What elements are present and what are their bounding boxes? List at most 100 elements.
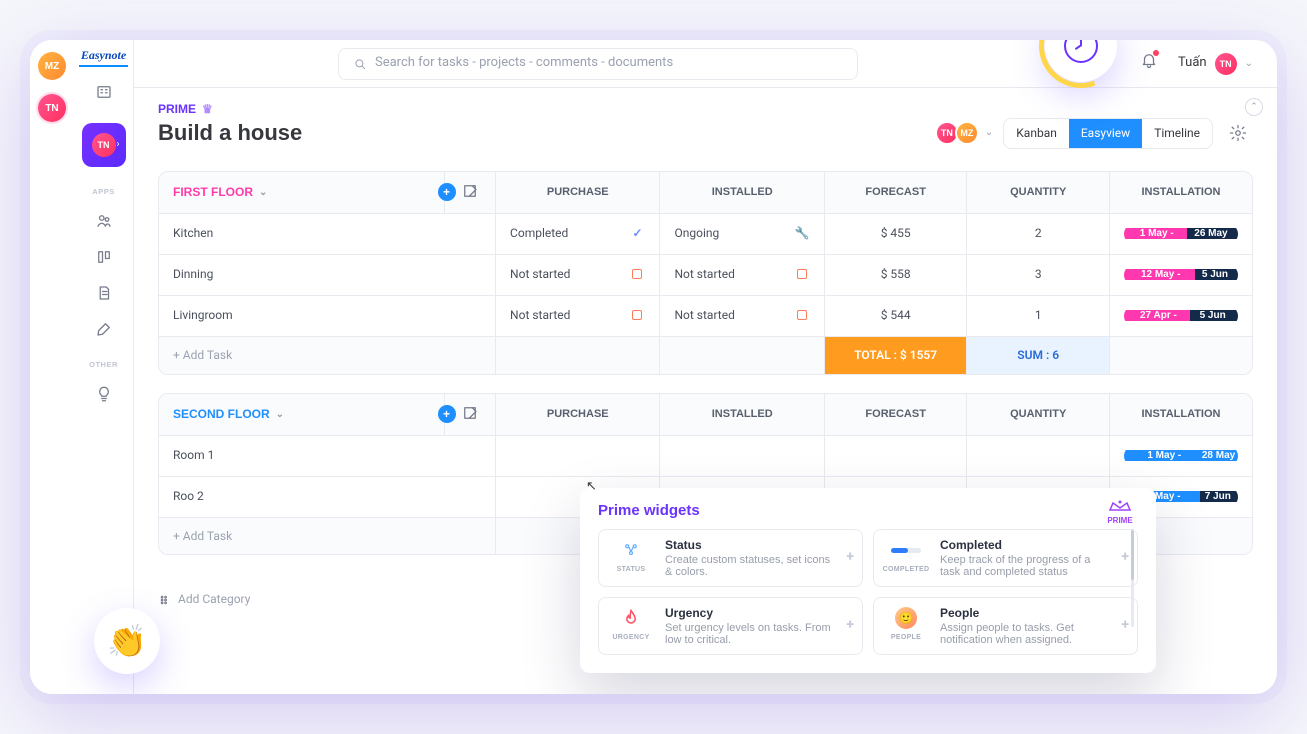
view-kanban[interactable]: Kanban: [1004, 119, 1069, 148]
task-name[interactable]: Roo 2: [159, 476, 496, 517]
project-title[interactable]: Build a house: [158, 120, 302, 146]
cell-installation[interactable]: 1 May - 26 May: [1109, 213, 1252, 254]
cell-purchase[interactable]: Completed✓: [496, 213, 660, 254]
task-name[interactable]: Kitchen: [159, 213, 496, 254]
crown-icon: [1106, 498, 1134, 514]
date-range-pill[interactable]: 27 Apr - 5 Jun: [1124, 306, 1238, 326]
project-avatar: TN: [92, 133, 116, 157]
pen-icon[interactable]: [93, 318, 115, 340]
add-widget-button[interactable]: +: [846, 616, 854, 636]
table-row[interactable]: Kitchen Completed✓ Ongoing🔧 $ 455 2 1 Ma…: [159, 213, 1252, 254]
cell-purchase[interactable]: Not started: [496, 254, 660, 295]
brand-logo[interactable]: Easynote: [79, 48, 128, 67]
col-purchase[interactable]: PURCHASE: [496, 394, 660, 436]
user-menu[interactable]: Tuấn TN ⌄: [1178, 53, 1253, 75]
table-row[interactable]: Room 1 1 May - 28 May: [159, 435, 1252, 476]
column-settings-icon[interactable]: [461, 404, 479, 422]
col-installed[interactable]: INSTALLED: [660, 394, 824, 436]
empty-status-icon: [794, 307, 810, 323]
members[interactable]: TN MZ ⌄: [935, 121, 993, 145]
cell-installed[interactable]: Ongoing🔧: [660, 213, 824, 254]
add-column-button[interactable]: +: [438, 405, 456, 423]
cell-installation[interactable]: 1 May - 28 May: [1109, 435, 1252, 476]
col-purchase[interactable]: PURCHASE: [496, 172, 660, 214]
prime-tag[interactable]: PRIME ♛: [158, 96, 1253, 116]
grip-icon: [158, 593, 172, 607]
workspace-avatar-tn[interactable]: TN: [38, 94, 66, 122]
widget-desc: Create custom statuses, set icons & colo…: [665, 554, 836, 578]
gear-icon: [1229, 124, 1247, 142]
widget-title: People: [940, 606, 1111, 620]
clock-decoration: [1045, 40, 1117, 82]
widget-desc: Assign people to tasks. Get notification…: [940, 622, 1111, 646]
widget-status[interactable]: STATUS Status Create custom statuses, se…: [598, 529, 863, 587]
cell-forecast[interactable]: $ 544: [824, 295, 967, 336]
prime-text: PRIME: [158, 102, 196, 116]
section-name[interactable]: FIRST FLOOR ⌄: [173, 185, 267, 199]
chevron-right-icon: ›: [116, 138, 119, 152]
col-forecast[interactable]: FORECAST: [824, 172, 967, 214]
widget-urgency[interactable]: URGENCY Urgency Set urgency levels on ta…: [598, 597, 863, 655]
col-forecast[interactable]: FORECAST: [824, 394, 967, 436]
cell-quantity[interactable]: 2: [967, 213, 1110, 254]
task-name[interactable]: Room 1: [159, 435, 496, 476]
prime-widgets-popover: Prime widgets PRIME STATUS Status Create…: [580, 488, 1156, 673]
cell-installed[interactable]: Not started: [660, 254, 824, 295]
col-quantity[interactable]: QUANTITY: [967, 172, 1110, 214]
search-input[interactable]: Search for tasks - projects - comments -…: [338, 48, 858, 80]
user-avatar: TN: [1215, 53, 1237, 75]
widget-icon-label: URGENCY: [612, 634, 649, 641]
add-category-label: Add Category: [178, 591, 250, 608]
kanban-icon[interactable]: [93, 246, 115, 268]
add-task-button[interactable]: + Add Task: [173, 348, 232, 362]
col-installation[interactable]: INSTALLATION: [1109, 172, 1252, 214]
empty-status-icon: [629, 266, 645, 282]
date-range-pill[interactable]: 1 May - 26 May: [1124, 224, 1238, 244]
cell-forecast[interactable]: $ 455: [824, 213, 967, 254]
notification-dot: [1153, 50, 1159, 56]
cell-quantity[interactable]: 1: [967, 295, 1110, 336]
table-row[interactable]: Dinning Not started Not started $ 558 3 …: [159, 254, 1252, 295]
column-settings-icon[interactable]: [461, 182, 479, 200]
people-icon: 🙂: [890, 606, 922, 630]
workspace-rail: MZ TN: [30, 40, 74, 694]
date-range-pill[interactable]: 1 May - 28 May: [1124, 446, 1238, 466]
col-installed[interactable]: INSTALLED: [660, 172, 824, 214]
cell-quantity[interactable]: 3: [967, 254, 1110, 295]
section-name[interactable]: SECOND FLOOR ⌄: [173, 407, 284, 421]
workspace-avatar-mz[interactable]: MZ: [38, 52, 66, 80]
bulb-icon[interactable]: [93, 383, 115, 405]
add-widget-button[interactable]: +: [1121, 548, 1129, 568]
cell-installed[interactable]: Not started: [660, 295, 824, 336]
widget-completed[interactable]: COMPLETED Completed Keep track of the pr…: [873, 529, 1138, 587]
add-column-button[interactable]: +: [438, 183, 456, 201]
search-icon: [353, 57, 367, 71]
settings-button[interactable]: [1223, 118, 1253, 148]
member-avatar-mz: MZ: [955, 121, 979, 145]
task-name[interactable]: Livingroom: [159, 295, 496, 336]
view-easyview[interactable]: Easyview: [1069, 119, 1142, 148]
task-name[interactable]: Dinning: [159, 254, 496, 295]
cell-installation[interactable]: 27 Apr - 5 Jun: [1109, 295, 1252, 336]
add-widget-button[interactable]: +: [1121, 616, 1129, 636]
org-icon[interactable]: [93, 81, 115, 103]
project-tile[interactable]: TN ›: [82, 123, 126, 167]
table-row[interactable]: Livingroom Not started Not started $ 544…: [159, 295, 1252, 336]
popover-title: Prime widgets: [598, 502, 1138, 519]
add-task-button[interactable]: + Add Task: [173, 529, 232, 543]
doc-icon[interactable]: [93, 282, 115, 304]
add-widget-button[interactable]: +: [846, 548, 854, 568]
team-icon[interactable]: [93, 210, 115, 232]
col-installation[interactable]: INSTALLATION: [1109, 394, 1252, 436]
col-quantity[interactable]: QUANTITY: [967, 394, 1110, 436]
cell-installation[interactable]: 12 May - 5 Jun: [1109, 254, 1252, 295]
widget-people[interactable]: 🙂 PEOPLE People Assign people to tasks. …: [873, 597, 1138, 655]
view-timeline[interactable]: Timeline: [1142, 119, 1212, 148]
view-switcher: Kanban Easyview Timeline: [1003, 118, 1213, 149]
cell-forecast[interactable]: $ 558: [824, 254, 967, 295]
notifications-button[interactable]: [1140, 51, 1158, 75]
date-range-pill[interactable]: 12 May - 5 Jun: [1124, 265, 1238, 285]
crown-icon: ♛: [202, 102, 213, 116]
cell-purchase[interactable]: Not started: [496, 295, 660, 336]
content-scroll: PRIME ♛ Build a house TN MZ ⌄ Kanban Eas…: [134, 88, 1277, 694]
